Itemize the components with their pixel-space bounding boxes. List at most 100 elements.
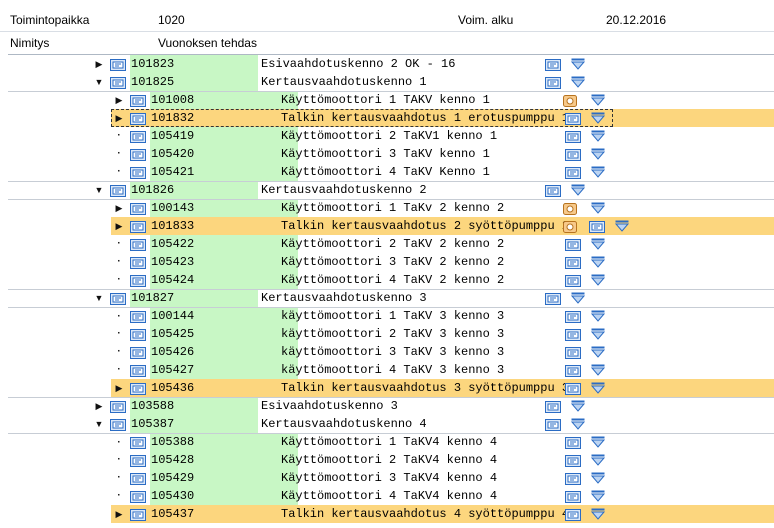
equipment-object-icon[interactable]	[110, 293, 126, 305]
node-description[interactable]: käyttömoottori 2 TaKV 3 kenno 3	[281, 325, 504, 343]
dropdown-menu-icon[interactable]	[590, 436, 606, 448]
node-description[interactable]: Käyttömoottori 3 TaKV4 kenno 4	[281, 469, 497, 487]
tree-node[interactable]: · 105426 käyttömoottori 3 TaKV 3 kenno 3	[8, 343, 774, 361]
collapse-icon[interactable]: ▼	[94, 290, 104, 307]
equipment-object-icon[interactable]	[130, 166, 146, 179]
equipment-object-icon[interactable]	[130, 508, 146, 521]
dropdown-menu-icon[interactable]	[590, 129, 606, 142]
tree-node[interactable]: · 105425 käyttömoottori 2 TaKV 3 kenno 3	[8, 325, 774, 343]
node-code[interactable]: 105426	[151, 343, 194, 361]
valid-from-value[interactable]: 20.12.2016	[606, 13, 666, 27]
node-description[interactable]: Kertausvaahdotuskenno 1	[261, 73, 427, 91]
dropdown-menu-icon[interactable]	[590, 327, 606, 340]
equipment-object-icon[interactable]	[130, 346, 146, 359]
object-list-icon[interactable]	[545, 401, 561, 413]
node-code[interactable]: 101827	[131, 290, 174, 307]
tree-node[interactable]: ▶ 101823 Esivaahdotuskenno 2 OK - 16	[8, 55, 774, 73]
object-list-icon[interactable]	[565, 274, 581, 287]
tree-node[interactable]: · 105420 Käyttömoottori 3 TaKV kenno 1	[8, 145, 774, 163]
equipment-object-icon[interactable]	[110, 185, 126, 197]
node-code[interactable]: 105387	[131, 415, 174, 433]
node-description[interactable]: käyttömoottori 3 TaKV 3 kenno 3	[281, 343, 504, 361]
dropdown-menu-icon[interactable]	[590, 94, 606, 106]
equipment-object-icon[interactable]	[110, 401, 126, 413]
tree-node[interactable]: ▶ 105437 Talkin kertausvaahdotus 4 syöttöp…	[8, 505, 774, 523]
node-code[interactable]: 105419	[151, 127, 194, 145]
collapse-icon[interactable]: ▼	[94, 182, 104, 199]
equipment-object-icon[interactable]	[130, 220, 146, 233]
equipment-object-icon[interactable]	[130, 472, 146, 485]
dropdown-menu-icon[interactable]	[570, 184, 586, 196]
dropdown-menu-icon[interactable]	[590, 202, 606, 214]
tree-node[interactable]: · 105424 Käyttömoottori 4 TaKV 2 kenno 2	[8, 271, 774, 289]
object-list-icon[interactable]	[565, 256, 581, 269]
object-list-icon[interactable]	[565, 130, 581, 143]
node-description[interactable]: Kertausvaahdotuskenno 2	[261, 182, 427, 199]
object-list-icon[interactable]	[545, 58, 561, 71]
equipment-object-icon[interactable]	[130, 238, 146, 251]
equipment-object-icon[interactable]	[110, 76, 126, 89]
node-code[interactable]: 101826	[131, 182, 174, 199]
dropdown-menu-icon[interactable]	[590, 147, 606, 160]
node-code[interactable]: 105427	[151, 361, 194, 379]
equipment-object-icon[interactable]	[130, 130, 146, 143]
object-list-icon[interactable]	[565, 328, 581, 341]
node-description[interactable]: Käyttömoottori 4 TaKV 2 kenno 2	[281, 271, 504, 289]
expand-icon[interactable]: ▶	[114, 379, 124, 397]
tree-node[interactable]: ▶ 105436 Talkin kertausvaahdotus 3 syöttöp…	[8, 379, 774, 397]
tree-node[interactable]: ▶ 101832 Talkin kertausvaahdotus 1 erotusp…	[8, 109, 774, 127]
node-description[interactable]: Käyttömoottori 4 TaKV Kenno 1	[281, 163, 490, 181]
node-code[interactable]: 101833	[151, 217, 194, 235]
object-list-icon[interactable]	[565, 472, 581, 485]
node-description[interactable]: Käyttömoottori 2 TaKV4 kenno 4	[281, 451, 497, 469]
node-code[interactable]: 101825	[131, 73, 174, 91]
tree-node[interactable]: · 105423 Käyttömoottori 3 TaKV 2 kenno 2	[8, 253, 774, 271]
node-code[interactable]: 101008	[151, 92, 194, 109]
node-code[interactable]: 105420	[151, 145, 194, 163]
object-list-icon[interactable]	[545, 418, 561, 431]
collapse-icon[interactable]: ▼	[94, 73, 104, 91]
expand-icon[interactable]: ▶	[94, 55, 104, 73]
object-list-icon[interactable]	[565, 454, 581, 467]
node-code[interactable]: 105437	[151, 505, 194, 523]
equipment-object-icon[interactable]	[110, 58, 126, 71]
node-code[interactable]: 105428	[151, 451, 194, 469]
tree-node[interactable]: ▶ 101008 Käyttömoottori 1 TAKV kenno 1	[8, 91, 774, 109]
object-list-icon[interactable]	[545, 76, 561, 89]
node-description[interactable]: Käyttömoottori 4 TaKV4 kenno 4	[281, 487, 497, 505]
object-list-icon[interactable]	[565, 364, 581, 377]
dropdown-menu-icon[interactable]	[570, 400, 586, 412]
tree-node[interactable]: ▶ 100143 Käyttömoottori 1 TaKv 2 kenno 2	[8, 199, 774, 217]
dropdown-menu-icon[interactable]	[570, 57, 586, 70]
node-description[interactable]: Käyttömoottori 1 TAKV kenno 1	[281, 92, 490, 109]
equipment-object-icon[interactable]	[130, 437, 146, 449]
node-description[interactable]: Käyttömoottori 3 TaKV kenno 1	[281, 145, 490, 163]
object-list-icon[interactable]	[565, 166, 581, 179]
expand-icon[interactable]: ▶	[114, 92, 124, 109]
equipment-object-icon[interactable]	[130, 454, 146, 467]
node-description[interactable]: Esivaahdotuskenno 3	[261, 398, 398, 415]
node-description[interactable]: Käyttömoottori 1 TaKV4 kenno 4	[281, 434, 497, 451]
object-list-icon[interactable]	[545, 185, 561, 197]
node-description[interactable]: Käyttömoottori 3 TaKV 2 kenno 2	[281, 253, 504, 271]
node-description[interactable]: Kertausvaahdotuskenno 4	[261, 415, 427, 433]
expand-icon[interactable]: ▶	[94, 398, 104, 415]
object-list-icon[interactable]	[565, 148, 581, 161]
node-description[interactable]: Esivaahdotuskenno 2 OK - 16	[261, 55, 455, 73]
dropdown-menu-icon[interactable]	[570, 292, 586, 304]
expand-icon[interactable]: ▶	[114, 505, 124, 523]
equipment-object-icon[interactable]	[130, 256, 146, 269]
node-description[interactable]: Talkin kertausvaahdotus 2 syöttöpumppu 2	[281, 217, 569, 235]
tree-node[interactable]: · 105429 Käyttömoottori 3 TaKV4 kenno 4	[8, 469, 774, 487]
tree-node[interactable]: · 105421 Käyttömoottori 4 TaKV Kenno 1	[8, 163, 774, 181]
equipment-object-icon[interactable]	[130, 311, 146, 323]
dropdown-menu-icon[interactable]	[590, 165, 606, 178]
equipment-object-icon[interactable]	[130, 95, 146, 107]
tree-node[interactable]: ▼ 101827 Kertausvaahdotuskenno 3	[8, 289, 774, 307]
node-code[interactable]: 100143	[151, 200, 194, 217]
node-description[interactable]: käyttömoottori 1 TaKV 3 kenno 3	[281, 308, 504, 325]
equipment-object-icon[interactable]	[110, 418, 126, 431]
tree-node[interactable]: · 105427 käyttömoottori 4 TaKV 3 kenno 3	[8, 361, 774, 379]
object-list-icon[interactable]	[589, 220, 605, 233]
dropdown-menu-icon[interactable]	[590, 489, 606, 502]
